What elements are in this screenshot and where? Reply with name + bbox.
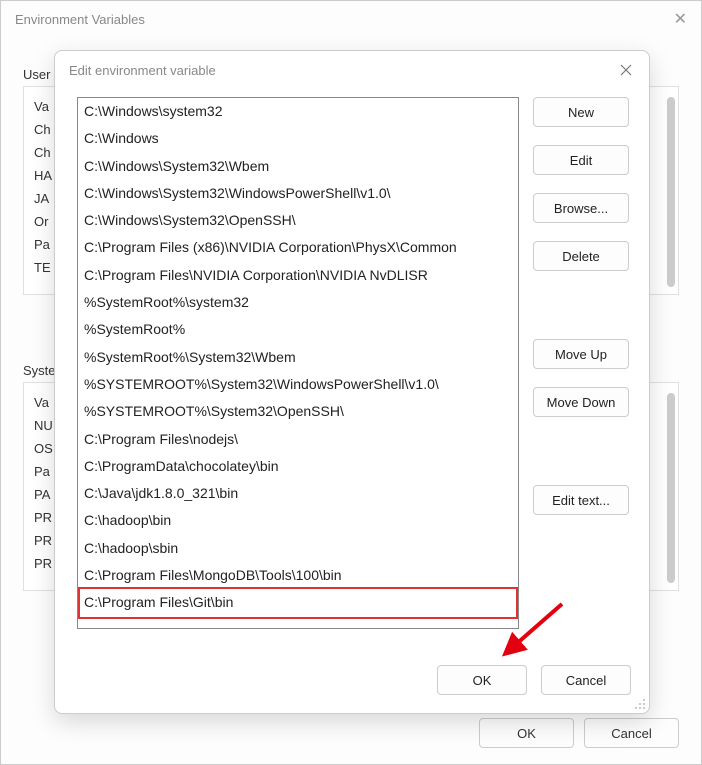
edit-text-button[interactable]: Edit text... [533, 485, 629, 515]
list-item[interactable]: C:\Program Files\nodejs\ [78, 426, 518, 453]
fg-footer: OK Cancel [437, 665, 631, 695]
list-item[interactable]: %SystemRoot%\System32\Wbem [78, 344, 518, 371]
list-item-highlighted[interactable]: C:\Program Files\Git\bin [78, 587, 518, 618]
cancel-button[interactable]: Cancel [541, 665, 631, 695]
list-item[interactable]: C:\Windows\System32\OpenSSH\ [78, 207, 518, 234]
list-item[interactable]: C:\ProgramData\chocolatey\bin [78, 453, 518, 480]
browse-button[interactable]: Browse... [533, 193, 629, 223]
edit-env-var-dialog: Edit environment variable C:\Windows\sys… [54, 50, 650, 714]
cancel-button[interactable]: Cancel [584, 718, 679, 748]
close-icon[interactable] [617, 61, 635, 79]
list-item[interactable]: %SYSTEMROOT%\System32\OpenSSH\ [78, 398, 518, 425]
bg-title: Environment Variables [15, 12, 145, 27]
fg-body: C:\Windows\system32 C:\Windows C:\Window… [55, 89, 649, 629]
resize-grip-icon[interactable] [634, 698, 646, 710]
list-item[interactable]: C:\Windows [78, 125, 518, 152]
fg-titlebar: Edit environment variable [55, 51, 649, 89]
ok-button[interactable]: OK [479, 718, 574, 748]
spacer [533, 289, 629, 321]
list-item[interactable]: C:\Program Files (x86)\NVIDIA Corporatio… [78, 234, 518, 261]
new-button[interactable]: New [533, 97, 629, 127]
list-item[interactable]: C:\hadoop\bin [78, 507, 518, 534]
list-item[interactable]: C:\Windows\system32 [78, 98, 518, 125]
move-up-button[interactable]: Move Up [533, 339, 629, 369]
bg-footer: OK Cancel [479, 718, 679, 748]
close-icon[interactable]: ✕ [674, 9, 687, 29]
move-down-button[interactable]: Move Down [533, 387, 629, 417]
fg-button-column: New Edit Browse... Delete Move Up Move D… [533, 97, 629, 629]
fg-title: Edit environment variable [69, 63, 216, 78]
list-item[interactable]: C:\Java\jdk1.8.0_321\bin [78, 480, 518, 507]
path-list[interactable]: C:\Windows\system32 C:\Windows C:\Window… [77, 97, 519, 629]
edit-button[interactable]: Edit [533, 145, 629, 175]
list-item[interactable]: %SystemRoot% [78, 316, 518, 343]
scrollbar-thumb[interactable] [667, 97, 675, 287]
ok-button[interactable]: OK [437, 665, 527, 695]
bg-titlebar: Environment Variables ✕ [1, 1, 701, 37]
delete-button[interactable]: Delete [533, 241, 629, 271]
list-item[interactable]: %SystemRoot%\system32 [78, 289, 518, 316]
list-item[interactable]: C:\Program Files\NVIDIA Corporation\NVID… [78, 262, 518, 289]
list-item[interactable]: C:\Program Files\MongoDB\Tools\100\bin [78, 562, 518, 589]
list-item[interactable]: C:\hadoop\sbin [78, 535, 518, 562]
list-item[interactable]: C:\Windows\System32\Wbem [78, 153, 518, 180]
spacer [533, 435, 629, 467]
list-item[interactable]: C:\Windows\System32\WindowsPowerShell\v1… [78, 180, 518, 207]
list-item[interactable]: %SYSTEMROOT%\System32\WindowsPowerShell\… [78, 371, 518, 398]
scrollbar-thumb[interactable] [667, 393, 675, 583]
